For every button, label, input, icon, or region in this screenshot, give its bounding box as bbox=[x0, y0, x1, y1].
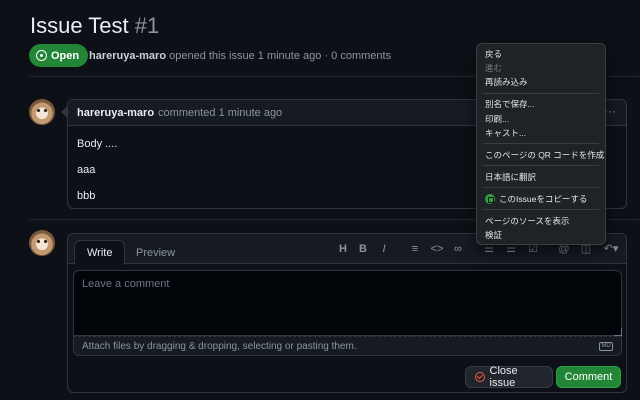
code-icon[interactable]: <> bbox=[430, 242, 444, 256]
avatar[interactable] bbox=[29, 99, 55, 125]
comment-author-link[interactable]: hareruya-maro bbox=[77, 107, 154, 119]
context-menu: 戻る 進む 再読み込み 別名で保存... 印刷... キャスト... このページ… bbox=[476, 43, 606, 245]
close-issue-button[interactable]: Close issue bbox=[465, 365, 553, 389]
context-menu-copy-issue-label: このIssueをコピーする bbox=[499, 194, 588, 204]
extension-copy-icon bbox=[485, 194, 495, 204]
issue-open-icon bbox=[36, 50, 47, 61]
comment-meta: commented 1 minute ago bbox=[158, 106, 283, 119]
context-menu-translate[interactable]: 日本語に翻訳 bbox=[477, 170, 605, 184]
tab-write[interactable]: Write bbox=[74, 240, 126, 265]
context-menu-forward: 進む bbox=[485, 63, 503, 73]
italic-icon[interactable]: I bbox=[377, 242, 391, 256]
context-menu-print[interactable]: 印刷... bbox=[477, 112, 605, 126]
quote-icon[interactable]: ≡ bbox=[408, 242, 422, 256]
context-menu-save-as[interactable]: 別名で保存... bbox=[477, 97, 605, 111]
bold-icon[interactable]: B bbox=[356, 242, 370, 256]
close-issue-label: Close issue bbox=[489, 365, 518, 389]
resize-handle[interactable] bbox=[614, 328, 622, 336]
link-icon[interactable]: ∞ bbox=[451, 242, 465, 256]
context-menu-separator bbox=[483, 165, 599, 166]
avatar[interactable] bbox=[29, 230, 55, 256]
status-badge: Open bbox=[29, 44, 89, 67]
issue-number: #1 bbox=[134, 13, 160, 38]
context-menu-cast[interactable]: キャスト... bbox=[477, 126, 605, 140]
issue-meta: hareruya-maro opened this issue 1 minute… bbox=[89, 50, 391, 62]
tab-preview[interactable]: Preview bbox=[124, 240, 187, 265]
context-menu-separator bbox=[483, 93, 599, 94]
issue-author-link[interactable]: hareruya-maro bbox=[89, 50, 166, 62]
context-menu-reload[interactable]: 再読み込み bbox=[477, 75, 605, 89]
context-menu-view-source[interactable]: ページのソースを表示 bbox=[477, 214, 605, 228]
attach-files-text: Attach files by dragging & dropping, sel… bbox=[82, 340, 357, 352]
issue-meta-text: opened this issue 1 minute ago · 0 comme… bbox=[169, 50, 392, 62]
status-badge-label: Open bbox=[51, 49, 80, 62]
comment-button[interactable]: Comment bbox=[556, 366, 621, 388]
heading-icon[interactable]: H bbox=[336, 242, 350, 256]
comment-input[interactable]: Leave a comment bbox=[73, 270, 622, 336]
markdown-icon[interactable]: MD bbox=[599, 341, 613, 351]
context-menu-separator bbox=[483, 187, 599, 188]
context-menu-qr-code[interactable]: このページの QR コードを作成 bbox=[477, 148, 605, 162]
issue-title: Issue Test #1 bbox=[30, 13, 159, 39]
context-menu-inspect[interactable]: 検証 bbox=[477, 228, 605, 242]
attach-files-bar[interactable]: Attach files by dragging & dropping, sel… bbox=[73, 336, 622, 356]
comment-input-placeholder: Leave a comment bbox=[82, 278, 170, 290]
context-menu-separator bbox=[483, 143, 599, 144]
context-menu-separator bbox=[483, 209, 599, 210]
issue-closed-icon bbox=[475, 372, 485, 382]
context-menu-back[interactable]: 戻る bbox=[477, 47, 605, 61]
issue-title-text: Issue Test bbox=[30, 13, 129, 38]
context-menu-copy-issue[interactable]: このIssueをコピーする bbox=[477, 192, 605, 206]
reply-icon[interactable]: ↶▾ bbox=[601, 242, 621, 256]
